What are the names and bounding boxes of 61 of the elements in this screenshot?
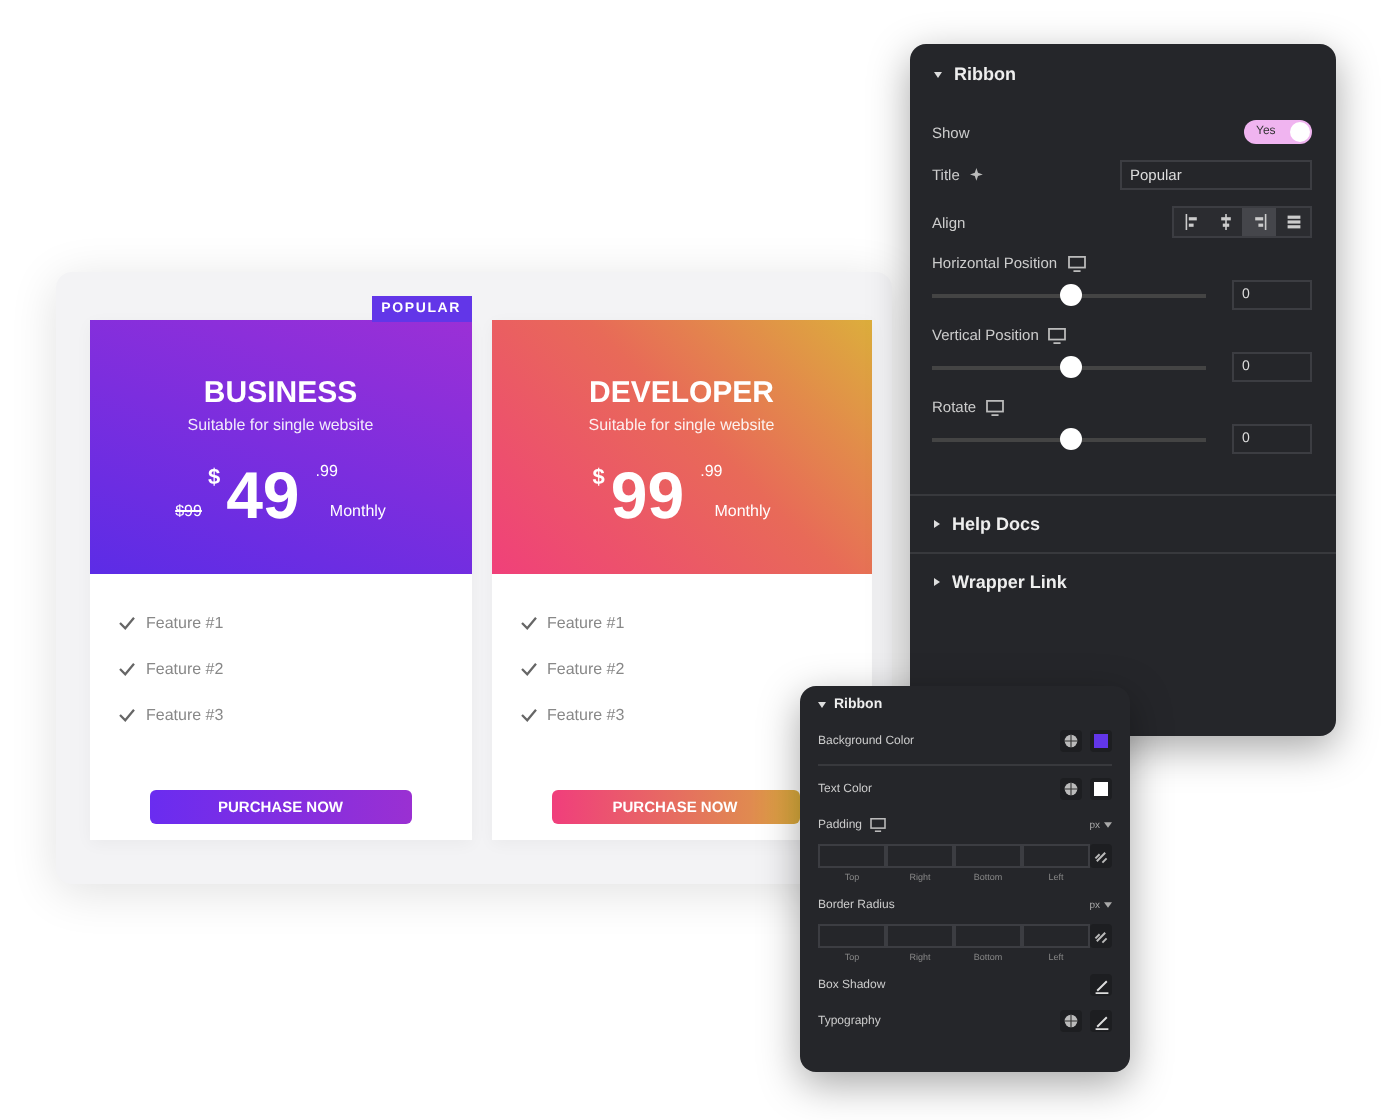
section-header[interactable]: Wrapper Link bbox=[910, 552, 1336, 610]
caret-icon bbox=[818, 702, 826, 708]
sparkle-icon[interactable] bbox=[969, 167, 986, 183]
plan-subtitle: Suitable for single website bbox=[187, 416, 374, 434]
pencil-icon[interactable] bbox=[1090, 1010, 1112, 1032]
monitor-icon[interactable] bbox=[870, 818, 887, 832]
dimension-field[interactable] bbox=[954, 924, 1022, 948]
globe-icon[interactable] bbox=[1060, 1010, 1082, 1032]
caret-icon bbox=[934, 520, 940, 528]
section-header[interactable]: Help Docs bbox=[910, 494, 1336, 552]
dimension-field[interactable] bbox=[954, 844, 1022, 868]
color-swatch[interactable] bbox=[1090, 778, 1112, 800]
align-justify-icon[interactable] bbox=[1276, 208, 1310, 236]
dimension-field[interactable] bbox=[1022, 924, 1090, 948]
slider-thumb[interactable] bbox=[1059, 427, 1081, 449]
section-header[interactable]: Ribbon bbox=[910, 44, 1336, 104]
dimension-field[interactable] bbox=[818, 924, 886, 948]
align-left-icon[interactable] bbox=[1174, 208, 1208, 236]
check-icon bbox=[118, 662, 136, 676]
monitor-icon[interactable] bbox=[986, 399, 1005, 415]
caret-icon bbox=[934, 71, 942, 77]
feature-text: Feature #2 bbox=[547, 660, 625, 678]
monitor-icon[interactable] bbox=[1067, 255, 1086, 271]
align-center-icon[interactable] bbox=[1208, 208, 1242, 236]
price-cents: .99 bbox=[700, 462, 723, 480]
monitor-icon[interactable] bbox=[1048, 327, 1067, 343]
price: 99 bbox=[610, 462, 685, 528]
pencil-icon[interactable] bbox=[1090, 974, 1112, 996]
slider-thumb[interactable] bbox=[1059, 283, 1081, 305]
currency: $ bbox=[592, 466, 605, 490]
link-icon[interactable] bbox=[1090, 844, 1112, 868]
dimension-field[interactable] bbox=[1022, 844, 1090, 868]
check-icon bbox=[118, 708, 136, 722]
billing-period: Monthly bbox=[714, 502, 771, 520]
old-price: $99 bbox=[175, 502, 202, 520]
check-icon bbox=[519, 708, 537, 722]
globe-icon[interactable] bbox=[1060, 730, 1082, 752]
feature-text: Feature #3 bbox=[547, 706, 625, 724]
globe-icon[interactable] bbox=[1060, 778, 1082, 800]
check-icon bbox=[519, 616, 537, 630]
plan-subtitle: Suitable for single website bbox=[588, 416, 775, 434]
color-swatch[interactable] bbox=[1090, 730, 1112, 752]
caret-icon bbox=[934, 578, 940, 586]
feature-text: Feature #1 bbox=[547, 614, 625, 632]
billing-period: Monthly bbox=[329, 502, 386, 520]
price: 49 bbox=[226, 462, 300, 528]
check-icon bbox=[519, 662, 537, 676]
currency: $ bbox=[207, 466, 221, 490]
slider-thumb[interactable] bbox=[1059, 355, 1081, 377]
plan-title: DEVELOPER bbox=[588, 376, 775, 410]
check-icon bbox=[118, 616, 136, 630]
feature-text: Feature #1 bbox=[146, 614, 224, 632]
feature-text: Feature #3 bbox=[146, 706, 224, 724]
plan-title: BUSINESS bbox=[203, 376, 358, 410]
dimension-field[interactable] bbox=[818, 844, 886, 868]
price-cents: .99 bbox=[315, 462, 338, 480]
align-right-icon[interactable] bbox=[1242, 208, 1276, 236]
feature-text: Feature #2 bbox=[146, 660, 224, 678]
link-icon[interactable] bbox=[1090, 924, 1112, 948]
dimension-field[interactable] bbox=[886, 844, 954, 868]
dimension-field[interactable] bbox=[886, 924, 954, 948]
